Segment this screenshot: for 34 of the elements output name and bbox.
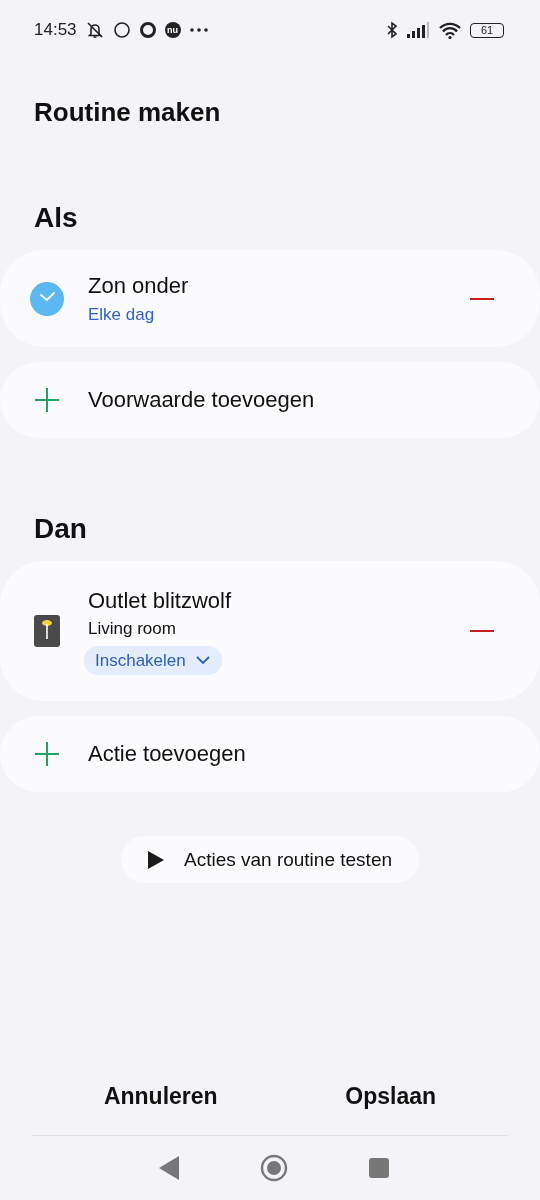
ring-icon — [138, 21, 157, 39]
battery-level: 61 — [480, 24, 494, 36]
circle-icon — [112, 21, 131, 39]
home-icon — [260, 1154, 288, 1182]
muted-bell-icon — [84, 20, 105, 40]
section-heading: Dan — [34, 512, 88, 546]
condition-schedule: Elke dag — [88, 305, 156, 325]
app-badge: nu — [164, 22, 181, 38]
action-dropdown[interactable]: Inschakelen — [84, 646, 222, 675]
recents-icon — [369, 1158, 390, 1178]
remove-icon — [470, 296, 494, 301]
device-card[interactable]: Outlet blitzwolf Living room Inschakelen — [0, 561, 540, 701]
device-title: Outlet blitzwolf — [88, 587, 233, 615]
text-button[interactable]: Opslaan — [339, 1074, 443, 1118]
add-button[interactable]: Voorwaarde toevoegen — [0, 362, 540, 438]
add-label: Voorwaarde toevoegen — [88, 387, 315, 413]
signal-icon — [406, 22, 430, 38]
bluetooth-icon — [386, 21, 398, 39]
remove-icon — [470, 629, 494, 633]
condition-card[interactable]: Zon onder Elke dag — [0, 250, 540, 347]
more-icon — [188, 27, 209, 33]
section-heading: Als — [34, 201, 79, 235]
text-button[interactable]: Annuleren — [97, 1074, 224, 1118]
back-icon — [158, 1156, 179, 1180]
condition-title: Zon onder — [88, 272, 190, 300]
status-time: 14:53 — [34, 20, 77, 40]
add-label: Actie toevoegen — [88, 741, 246, 767]
play-icon — [147, 850, 164, 869]
test-button[interactable]: Acties van routine testen — [121, 836, 419, 883]
wifi-icon — [438, 21, 462, 39]
device-room: Living room — [88, 619, 177, 639]
add-button[interactable]: Actie toevoegen — [0, 716, 540, 792]
chevron-down-icon — [195, 656, 210, 665]
page-title: Routine maken — [34, 97, 222, 127]
